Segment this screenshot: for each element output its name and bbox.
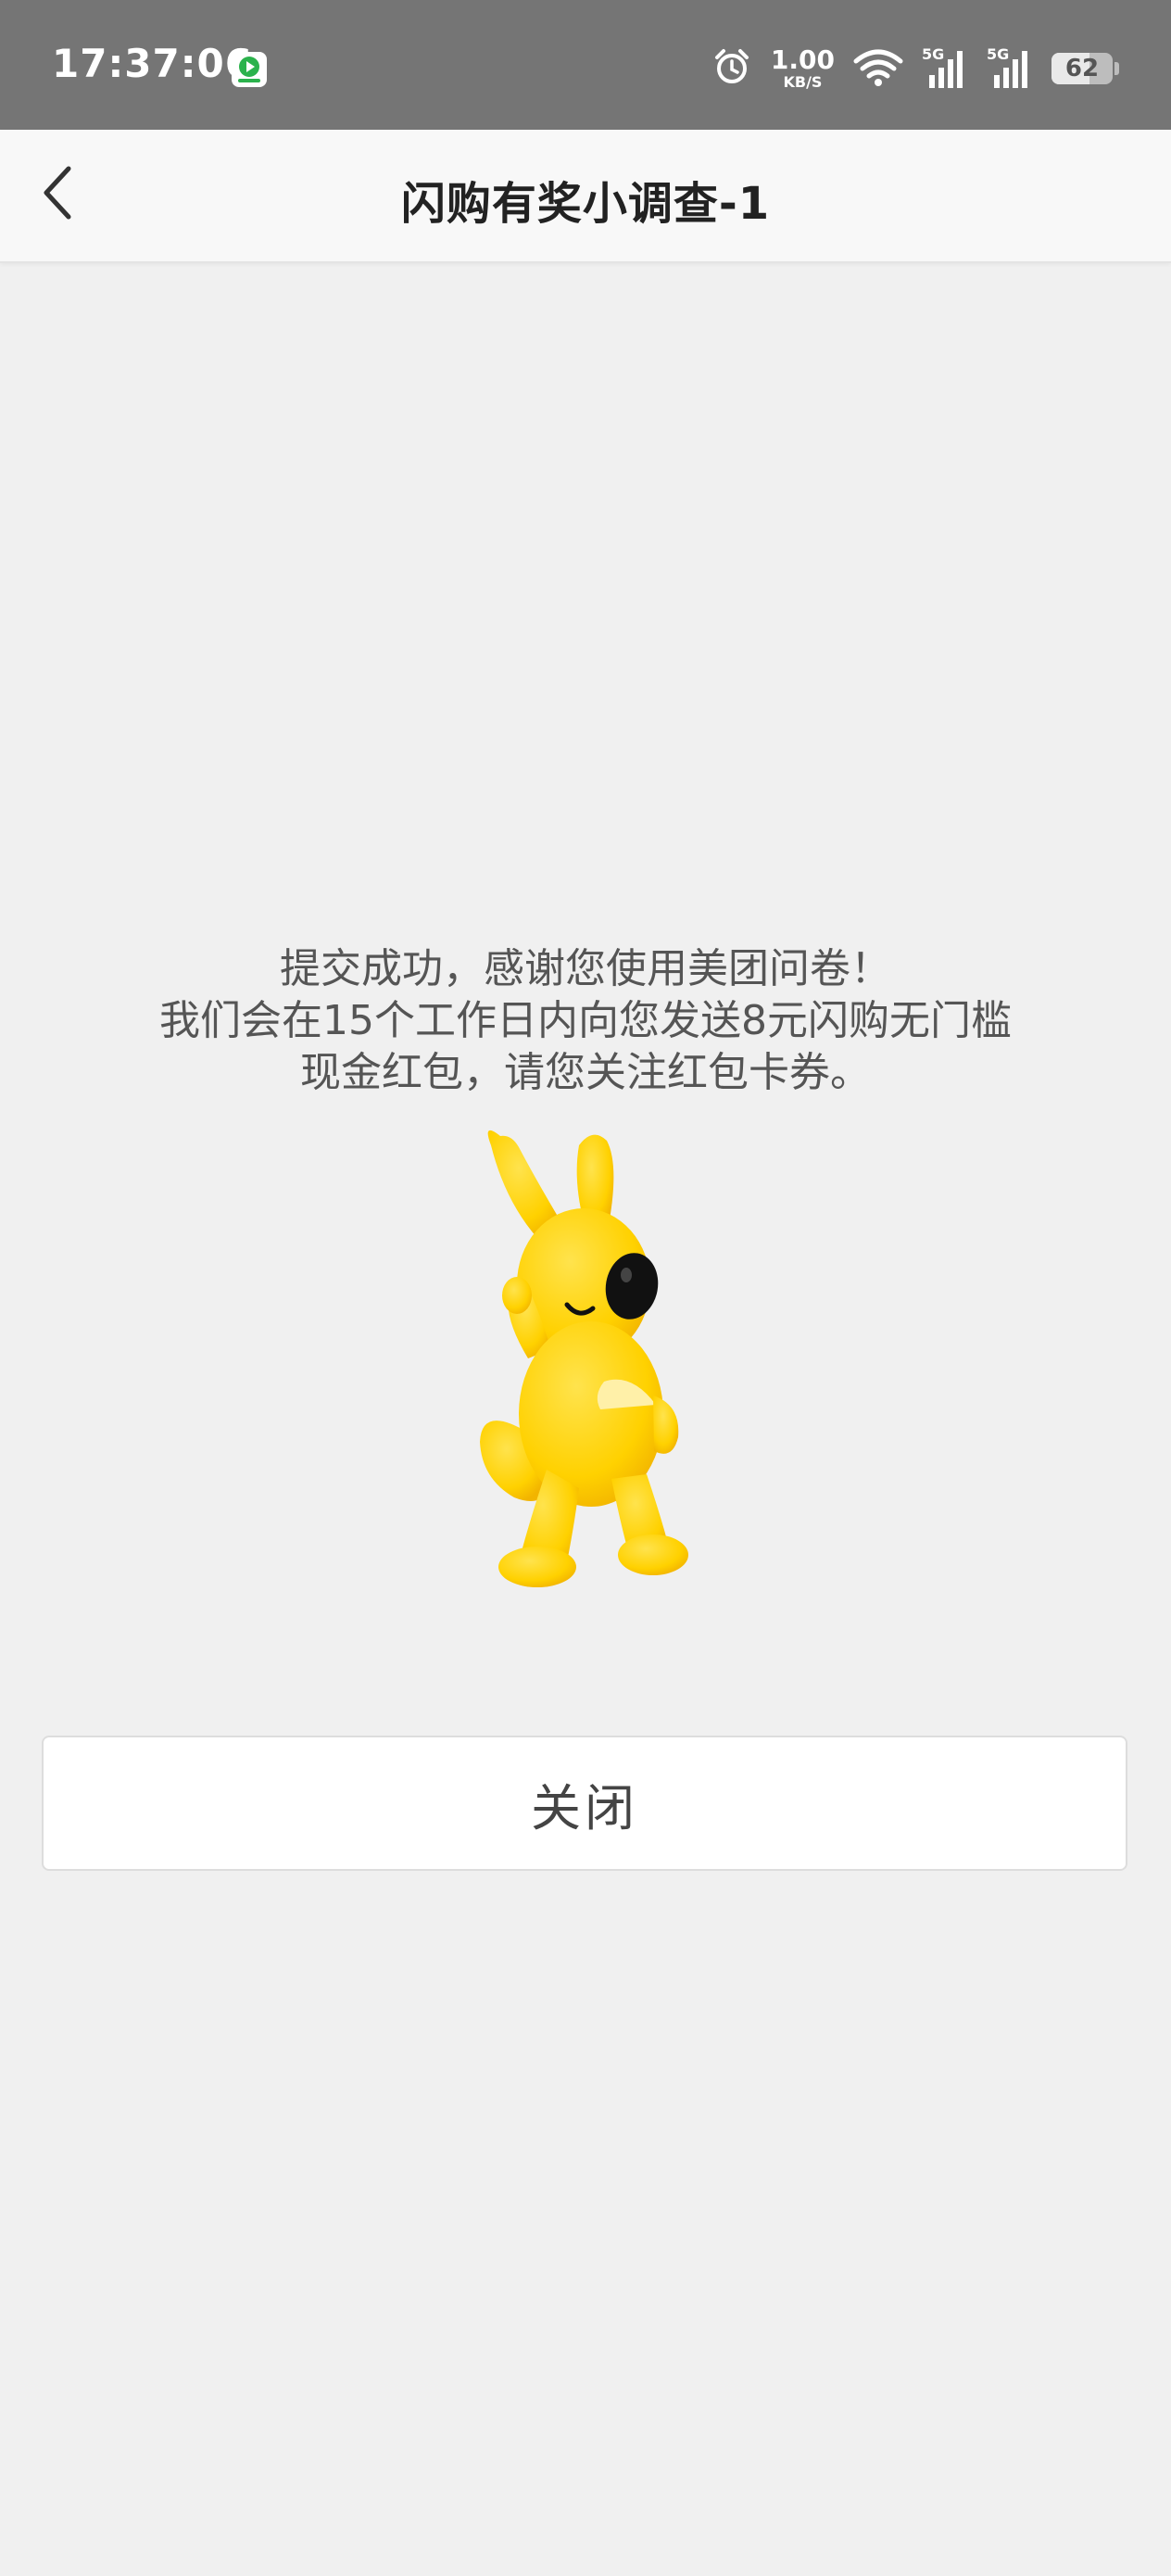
network-speed: 1.00 KB/S: [771, 47, 835, 90]
success-message: 提交成功，感谢您使用美团问卷！ 我们会在15个工作日内向您发送8元闪购无门槛 现…: [0, 943, 1171, 1099]
nav-bar: 闪购有奖小调查-1: [0, 130, 1171, 263]
battery-icon: 62: [1051, 53, 1119, 84]
status-bar: 17:37:06 1.00 KB/S 5G 5G 62: [0, 0, 1171, 130]
page-title: 闪购有奖小调查-1: [400, 178, 771, 230]
battery-cap: [1114, 62, 1119, 75]
battery-body: 62: [1051, 53, 1113, 84]
kangaroo-mascot: [463, 1127, 704, 1590]
network-speed-unit: KB/S: [783, 73, 823, 91]
status-time: 17:37:06: [52, 41, 253, 86]
message-line-1: 提交成功，感谢您使用美团问卷！: [280, 945, 891, 992]
message-line-2: 我们会在15个工作日内向您发送8元闪购无门槛: [159, 997, 1012, 1044]
network-speed-value: 1.00: [770, 44, 835, 75]
app-notification-icon: [232, 52, 267, 87]
signal-icon: 5G: [922, 45, 968, 90]
message-line-3: 现金红包，请您关注红包卡券。: [300, 1049, 871, 1096]
status-icons: 1.00 KB/S 5G 5G 62: [711, 43, 1119, 95]
signal-icon: 5G: [987, 45, 1033, 90]
close-button[interactable]: 关闭: [42, 1736, 1127, 1871]
battery-level: 62: [1064, 55, 1100, 82]
alarm-icon: [711, 46, 752, 91]
wifi-icon: [853, 46, 903, 91]
